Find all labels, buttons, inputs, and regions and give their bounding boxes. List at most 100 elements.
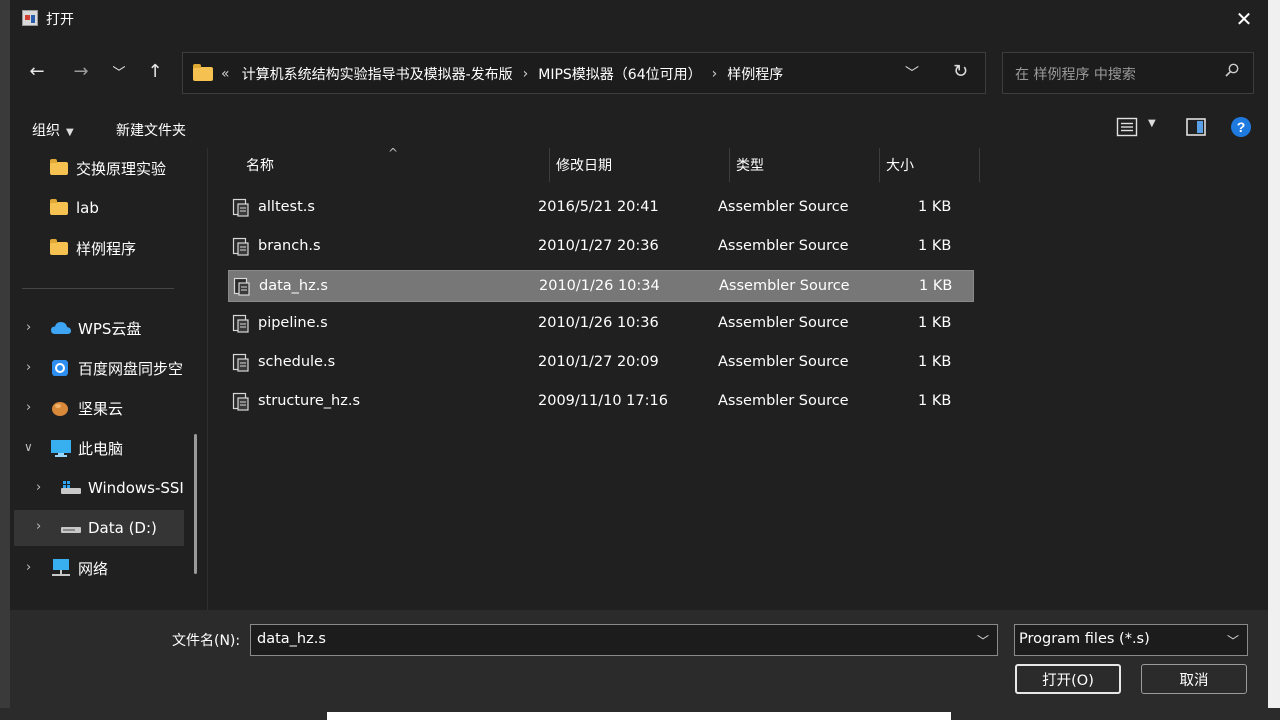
sidebar-item-label: 交换原理实验 bbox=[76, 159, 167, 178]
sidebar-item-windows-ssd[interactable]: Windows-SSI bbox=[60, 470, 184, 506]
assembler-file-icon bbox=[232, 198, 249, 217]
column-header-size[interactable]: 大小 bbox=[886, 148, 914, 182]
drive-icon bbox=[61, 527, 81, 533]
sort-ascending-icon: ^ bbox=[388, 146, 399, 160]
file-row[interactable]: data_hz.s 2010/1/26 10:34 Assembler Source… bbox=[228, 270, 974, 302]
file-row[interactable]: schedule.s 2010/1/27 20:09 Assembler Sourc… bbox=[228, 347, 974, 379]
new-folder-button[interactable]: 新建文件夹 bbox=[116, 120, 186, 140]
file-name: schedule.s bbox=[258, 354, 336, 370]
file-size: 1 KB bbox=[918, 315, 952, 331]
chevron-right-icon[interactable]: › bbox=[26, 560, 31, 575]
file-size: 1 KB bbox=[918, 354, 952, 370]
chevron-right-icon[interactable]: › bbox=[26, 320, 31, 335]
file-modified: 2010/1/26 10:36 bbox=[538, 315, 659, 331]
file-size: 1 KB bbox=[918, 393, 952, 409]
column-header-name[interactable]: 名称 bbox=[246, 148, 274, 182]
drive-icon bbox=[61, 481, 81, 494]
navigation-pane: 交换原理实验 lab 样例程序 › WPS云盘 › 百度网盘同步空 › 坚果云 … bbox=[10, 148, 208, 610]
breadcrumb-item[interactable]: MIPS模拟器（64位可用） bbox=[538, 64, 701, 84]
breadcrumb-item[interactable]: 计算机系统结构实验指导书及模拟器-发布版 bbox=[242, 64, 513, 84]
sidebar-item-baidu-netdisk[interactable]: 百度网盘同步空 bbox=[50, 350, 183, 386]
background-panel bbox=[327, 712, 951, 720]
column-divider[interactable] bbox=[979, 148, 980, 182]
chevron-right-icon[interactable]: › bbox=[36, 519, 41, 534]
chevron-right-icon[interactable]: › bbox=[523, 66, 529, 82]
svg-text:?: ? bbox=[1237, 119, 1246, 135]
view-options-dropdown[interactable]: ▼ bbox=[1148, 118, 1156, 129]
file-list: 名称 ^ 修改日期 类型 大小 alltest.s 2016/5/21 20:41… bbox=[208, 146, 1268, 610]
organize-menu[interactable]: 组织 ▼ bbox=[32, 120, 74, 140]
recent-locations-button[interactable]: ﹀ bbox=[106, 58, 132, 84]
sidebar-item-label: 此电脑 bbox=[78, 439, 124, 458]
sidebar-item-data-d[interactable]: › Data (D:) bbox=[14, 510, 184, 546]
sidebar-item-wps-cloud[interactable]: WPS云盘 bbox=[50, 310, 141, 346]
file-row[interactable]: branch.s 2010/1/27 20:36 Assembler Source 1… bbox=[228, 231, 974, 263]
breadcrumb-overflow[interactable]: « bbox=[221, 66, 230, 82]
up-button[interactable]: ↑ bbox=[142, 58, 168, 84]
sidebar-item-this-pc[interactable]: 此电脑 bbox=[50, 430, 123, 466]
chevron-right-icon[interactable]: › bbox=[36, 480, 41, 495]
sidebar-item-nut-cloud[interactable]: 坚果云 bbox=[50, 390, 123, 426]
preview-pane-icon[interactable] bbox=[1185, 116, 1207, 138]
forward-button[interactable]: → bbox=[68, 58, 94, 84]
file-type: Assembler Source bbox=[718, 315, 849, 331]
file-type-select[interactable]: Program files (*.s) ﹀ bbox=[1014, 624, 1248, 656]
column-header-type[interactable]: 类型 bbox=[736, 148, 764, 182]
search-box[interactable]: 在 样例程序 中搜索 bbox=[1002, 52, 1254, 94]
chevron-right-icon[interactable]: › bbox=[26, 360, 31, 375]
close-icon: ✕ bbox=[1235, 7, 1253, 31]
open-button[interactable]: 打开(O) bbox=[1015, 664, 1121, 694]
arrow-right-icon: → bbox=[73, 60, 89, 82]
file-row[interactable]: alltest.s 2016/5/21 20:41 Assembler Source… bbox=[228, 192, 974, 224]
close-button[interactable]: ✕ bbox=[1228, 4, 1260, 34]
sidebar-item-label: 百度网盘同步空 bbox=[78, 359, 184, 378]
caret-down-icon: ▼ bbox=[1148, 118, 1156, 129]
column-divider[interactable] bbox=[549, 148, 550, 182]
search-input[interactable]: 在 样例程序 中搜索 bbox=[1015, 64, 1136, 84]
sidebar-separator bbox=[22, 288, 174, 289]
file-name: branch.s bbox=[258, 238, 321, 254]
folder-icon bbox=[193, 64, 213, 81]
app-icon bbox=[22, 10, 38, 26]
sidebar-item-lab[interactable]: lab bbox=[50, 190, 99, 226]
sidebar-scrollbar[interactable] bbox=[194, 434, 197, 574]
assembler-file-icon bbox=[232, 392, 249, 411]
computer-icon bbox=[51, 440, 71, 457]
column-divider[interactable] bbox=[879, 148, 880, 182]
breadcrumb-item[interactable]: 样例程序 bbox=[727, 64, 783, 84]
chevron-down-icon[interactable]: ﹀ bbox=[977, 632, 989, 649]
address-history-dropdown[interactable]: ﹀ bbox=[905, 63, 919, 83]
breadcrumb: « 计算机系统结构实验指导书及模拟器-发布版 › MIPS模拟器（64位可用） … bbox=[221, 64, 783, 84]
sidebar-item-label: 坚果云 bbox=[78, 399, 124, 418]
chevron-down-icon[interactable]: ∨ bbox=[24, 440, 33, 454]
file-type-value: Program files (*.s) bbox=[1019, 631, 1150, 647]
file-size: 1 KB bbox=[918, 238, 952, 254]
refresh-button[interactable]: ↻ bbox=[953, 61, 968, 82]
file-modified: 2010/1/27 20:36 bbox=[538, 238, 659, 254]
column-header-modified[interactable]: 修改日期 bbox=[556, 148, 612, 182]
chevron-down-icon[interactable]: ﹀ bbox=[1227, 632, 1239, 649]
file-row[interactable]: pipeline.s 2010/1/26 10:36 Assembler Sourc… bbox=[228, 308, 974, 340]
column-divider[interactable] bbox=[729, 148, 730, 182]
help-icon[interactable]: ? bbox=[1230, 116, 1252, 138]
organize-label: 组织 bbox=[32, 123, 60, 139]
chevron-right-icon[interactable]: › bbox=[712, 66, 718, 82]
address-bar[interactable]: « 计算机系统结构实验指导书及模拟器-发布版 › MIPS模拟器（64位可用） … bbox=[182, 52, 986, 94]
cancel-button[interactable]: 取消 bbox=[1141, 664, 1247, 694]
sidebar-item-exchange-lab[interactable]: 交换原理实验 bbox=[50, 150, 166, 186]
view-options-icon[interactable] bbox=[1116, 116, 1138, 138]
back-button[interactable]: ← bbox=[24, 58, 50, 84]
baidu-netdisk-icon bbox=[52, 360, 68, 376]
column-label: 类型 bbox=[736, 158, 764, 174]
file-modified: 2010/1/26 10:34 bbox=[539, 278, 660, 294]
arrow-left-icon: ← bbox=[29, 60, 45, 82]
filename-value[interactable]: data_hz.s bbox=[257, 631, 326, 647]
search-icon bbox=[1225, 63, 1239, 77]
column-label: 大小 bbox=[886, 158, 914, 174]
chevron-right-icon[interactable]: › bbox=[26, 400, 31, 415]
sidebar-item-sample-programs[interactable]: 样例程序 bbox=[50, 230, 136, 266]
cloud-icon bbox=[51, 322, 71, 334]
file-row[interactable]: structure_hz.s 2009/11/10 17:16 Assembler … bbox=[228, 386, 974, 418]
filename-field[interactable]: data_hz.s ﹀ bbox=[250, 624, 998, 656]
sidebar-item-network[interactable]: 网络 bbox=[50, 550, 108, 586]
